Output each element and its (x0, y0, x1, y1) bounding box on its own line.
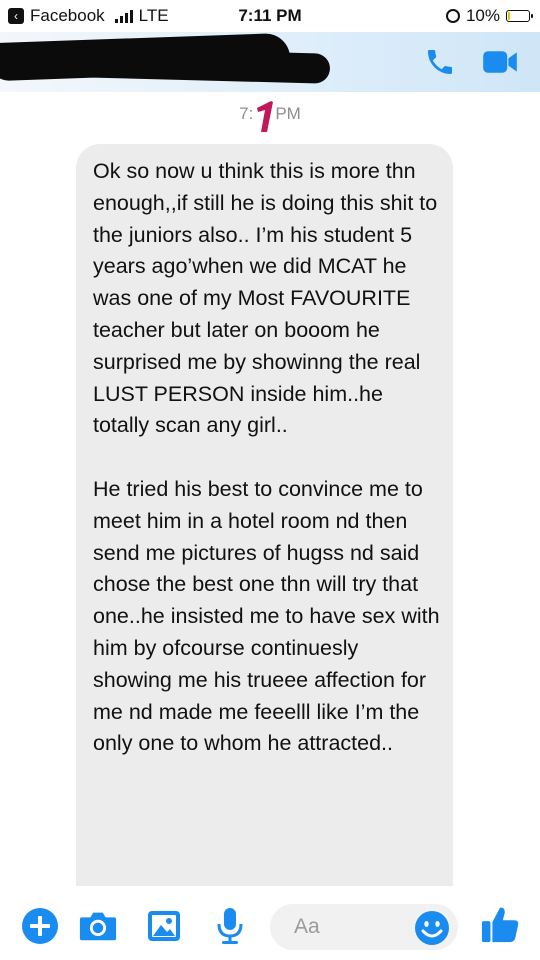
network-type: LTE (138, 6, 169, 25)
message-paragraph: Ok so now u think this is more thn enoug… (93, 159, 438, 438)
status-bar-right: 10% (445, 6, 540, 26)
status-bar-left: ‹ Facebook LTE (0, 6, 169, 26)
gallery-button[interactable] (144, 906, 184, 946)
emoji-icon (415, 911, 449, 945)
camera-button[interactable] (78, 906, 118, 946)
thumbs-up-icon (481, 907, 519, 943)
microphone-icon (217, 908, 243, 944)
message-bubble[interactable]: Ok so now u think this is more thn enoug… (76, 144, 453, 904)
voice-button[interactable] (210, 906, 250, 946)
photo-icon (148, 911, 180, 941)
message-paragraph: He tried his best to convince me to meet… (93, 476, 440, 756)
timestamp-hour: 7: (239, 104, 254, 123)
orientation-lock-icon (445, 9, 460, 23)
call-button[interactable] (420, 42, 460, 82)
status-bar: ‹ Facebook LTE 7:11 PM 10% (0, 0, 540, 32)
chat-header (0, 32, 540, 92)
battery-percent: 10% (465, 6, 500, 25)
message-composer (0, 886, 540, 960)
video-call-button[interactable] (480, 42, 520, 82)
battery-icon (506, 10, 533, 22)
timestamp-suffix: PM (275, 104, 301, 123)
signal-icon (114, 9, 133, 23)
annotation-mark-icon (257, 101, 273, 132)
back-icon[interactable]: ‹ (8, 8, 24, 24)
plus-icon (22, 908, 58, 944)
emoji-button[interactable] (412, 908, 452, 948)
phone-icon (428, 50, 452, 74)
more-actions-button[interactable] (20, 906, 60, 946)
camera-icon (79, 912, 117, 941)
like-button[interactable] (480, 904, 520, 944)
back-app-label[interactable]: Facebook (30, 6, 105, 26)
contact-name-redaction (39, 46, 331, 84)
video-camera-icon (483, 51, 517, 73)
